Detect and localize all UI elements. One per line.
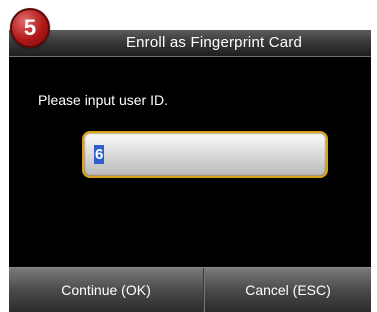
- continue-button[interactable]: Continue (OK): [9, 268, 203, 312]
- step-number: 5: [23, 15, 37, 40]
- dialog-title: Enroll as Fingerprint Card: [125, 34, 303, 51]
- device-screen: Enroll as Fingerprint Card Please input …: [9, 30, 371, 312]
- cancel-button[interactable]: Cancel (ESC): [205, 268, 371, 312]
- step-number-badge: 5: [10, 8, 50, 48]
- user-id-value: 6: [94, 145, 105, 164]
- user-id-prompt: Please input user ID.: [38, 92, 168, 108]
- title-bar: Enroll as Fingerprint Card: [9, 30, 371, 57]
- user-id-input[interactable]: 6: [82, 131, 328, 178]
- button-bar: Continue (OK) Cancel (ESC): [9, 267, 371, 312]
